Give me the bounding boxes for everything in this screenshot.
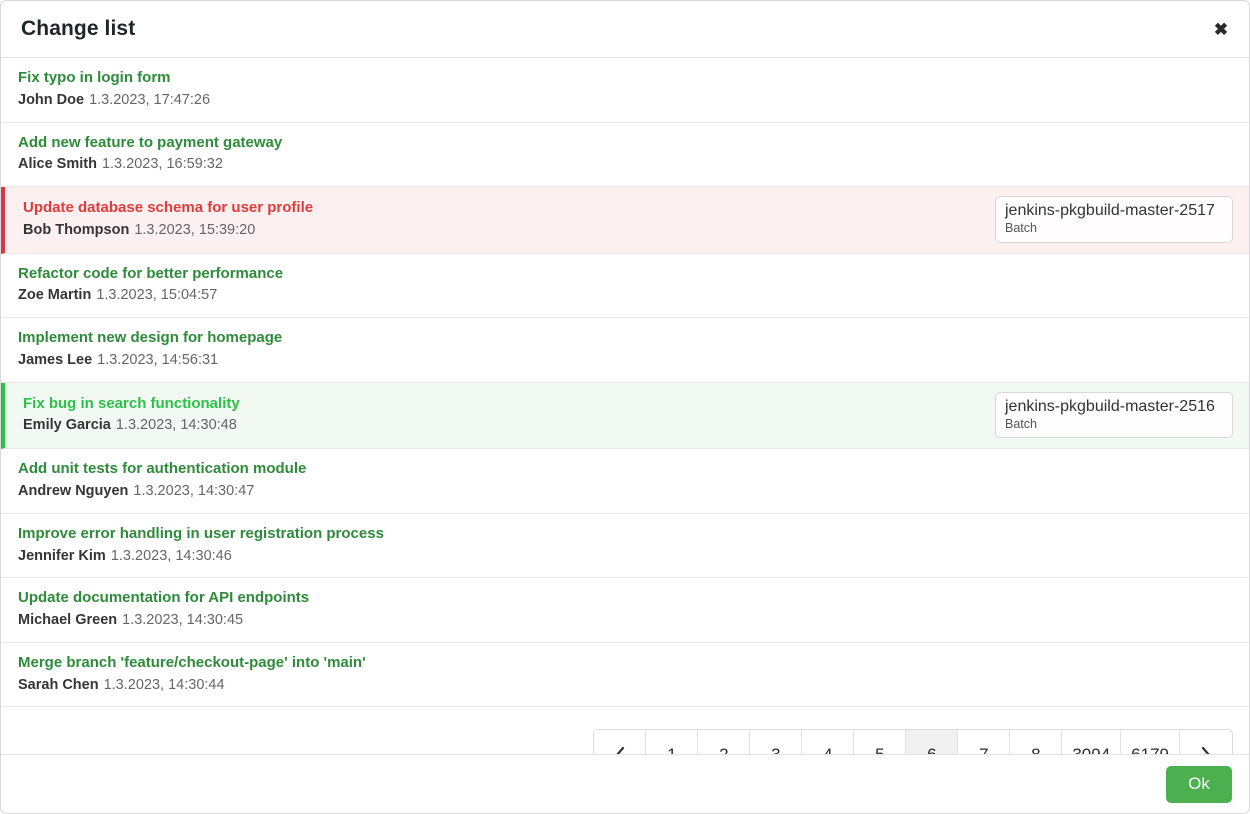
change-timestamp: 1.3.2023, 14:30:46 <box>111 548 232 564</box>
page-7-button[interactable]: 7 <box>958 730 1010 754</box>
change-list-row[interactable]: Implement new design for homepageJames L… <box>1 318 1249 383</box>
change-list: Fix typo in login form John Doe 1.3.2023, … <box>1 58 1249 707</box>
change-title[interactable]: Update database schema for user profile <box>23 197 981 219</box>
build-badge[interactable]: jenkins-pkgbuild-master-2516Batch <box>995 392 1233 439</box>
pagination-container: 1234567830946179 <box>1 707 1249 754</box>
change-title[interactable]: Update documentation for API endpoints <box>18 587 1233 609</box>
change-title[interactable]: Implement new design for homepage <box>18 327 1233 349</box>
change-timestamp: 1.3.2023, 14:56:31 <box>97 352 218 368</box>
change-author: Jennifer Kim <box>18 548 106 564</box>
ok-button[interactable]: Ok <box>1166 766 1232 803</box>
change-list-row[interactable]: Merge branch 'feature/checkout-page' int… <box>1 643 1249 708</box>
change-list-row[interactable]: Improve error handling in user registrat… <box>1 514 1249 579</box>
change-title[interactable]: Improve error handling in user registrat… <box>18 523 1233 545</box>
change-author: Sarah Chen <box>18 677 99 693</box>
page-1-button[interactable]: 1 <box>646 730 698 754</box>
build-badge[interactable]: jenkins-pkgbuild-master-2517Batch <box>995 196 1233 243</box>
dialog-body: Fix typo in login form John Doe 1.3.2023, … <box>1 58 1249 754</box>
change-meta: Andrew Nguyen 1.3.2023, 14:30:47 <box>18 481 1233 503</box>
change-list-row[interactable]: Update documentation for API endpointsMi… <box>1 578 1249 643</box>
change-list-row[interactable]: Fix typo in login form John Doe 1.3.2023, … <box>1 58 1249 123</box>
change-row-main: Merge branch 'feature/checkout-page' int… <box>18 652 1233 697</box>
change-timestamp: 1.3.2023, 14:30:48 <box>116 417 237 433</box>
change-list-row[interactable]: Refactor code for better performanceZoe … <box>1 254 1249 319</box>
change-row-main: Refactor code for better performanceZoe … <box>18 263 1233 308</box>
build-badge-name: jenkins-pkgbuild-master-2517 <box>1005 201 1223 221</box>
change-author: Alice Smith <box>18 156 97 172</box>
page-6179-button[interactable]: 6179 <box>1121 730 1180 754</box>
change-timestamp: 1.3.2023, 14:30:45 <box>122 612 243 628</box>
chevron-right-icon[interactable] <box>1180 730 1232 754</box>
change-title[interactable]: Fix bug in search functionality <box>23 393 981 415</box>
change-author: Michael Green <box>18 612 117 628</box>
change-meta: James Lee 1.3.2023, 14:56:31 <box>18 350 1233 372</box>
change-list-row[interactable]: Add unit tests for authentication module… <box>1 449 1249 514</box>
change-row-main: Add unit tests for authentication module… <box>18 458 1233 503</box>
page-6-button[interactable]: 6 <box>906 730 958 754</box>
page-3094-button[interactable]: 3094 <box>1062 730 1121 754</box>
change-author: Andrew Nguyen <box>18 483 128 499</box>
build-badge-type: Batch <box>1005 417 1223 433</box>
change-meta: Alice Smith 1.3.2023, 16:59:32 <box>18 154 1233 176</box>
change-timestamp: 1.3.2023, 15:39:20 <box>134 222 255 238</box>
change-row-main: Implement new design for homepageJames L… <box>18 327 1233 372</box>
dialog-footer: Ok <box>1 754 1249 813</box>
change-list-row[interactable]: Fix bug in search functionalityEmily Gar… <box>1 383 1249 450</box>
change-meta: Sarah Chen 1.3.2023, 14:30:44 <box>18 675 1233 697</box>
change-author: Emily Garcia <box>23 417 111 433</box>
change-meta: Bob Thompson 1.3.2023, 15:39:20 <box>23 220 981 242</box>
change-author: James Lee <box>18 352 92 368</box>
change-meta: Zoe Martin 1.3.2023, 15:04:57 <box>18 285 1233 307</box>
change-meta: Michael Green 1.3.2023, 14:30:45 <box>18 610 1233 632</box>
change-timestamp: 1.3.2023, 14:30:44 <box>104 677 225 693</box>
page-3-button[interactable]: 3 <box>750 730 802 754</box>
change-row-main: Update documentation for API endpointsMi… <box>18 587 1233 632</box>
change-timestamp: 1.3.2023, 16:59:32 <box>102 156 223 172</box>
build-badge-type: Batch <box>1005 221 1223 237</box>
change-list-dialog: Change list ✖ Fix typo in login formJohn… <box>0 0 1250 814</box>
change-title[interactable]: Add unit tests for authentication module <box>18 458 1233 480</box>
change-timestamp: 1.3.2023, 17:47:26 <box>89 92 210 108</box>
change-row-main: Fix bug in search functionalityEmily Gar… <box>23 393 981 438</box>
page-5-button[interactable]: 5 <box>854 730 906 754</box>
change-list-row[interactable]: Add new feature to payment gatewayAlice … <box>1 123 1249 188</box>
change-title[interactable]: Merge branch 'feature/checkout-page' int… <box>18 652 1233 674</box>
chevron-left-icon[interactable] <box>594 730 646 754</box>
change-row-main: Update database schema for user profileB… <box>23 197 981 242</box>
page-8-button[interactable]: 8 <box>1010 730 1062 754</box>
page-title: Change list <box>21 17 135 41</box>
change-author: Zoe Martin <box>18 287 91 303</box>
page-4-button[interactable]: 4 <box>802 730 854 754</box>
change-title[interactable]: Add new feature to payment gateway <box>18 132 1233 154</box>
close-icon[interactable]: ✖ <box>1207 15 1235 43</box>
pagination: 1234567830946179 <box>593 729 1233 754</box>
change-meta: John Doe 1.3.2023, 17:47:26 <box>18 90 1233 112</box>
change-list-row[interactable]: Update database schema for user profileB… <box>1 187 1249 254</box>
change-timestamp: 1.3.2023, 15:04:57 <box>96 287 217 303</box>
change-author: Bob Thompson <box>23 222 129 238</box>
change-row-main: Improve error handling in user registrat… <box>18 523 1233 568</box>
build-badge-name: jenkins-pkgbuild-master-2516 <box>1005 397 1223 417</box>
change-title[interactable]: Fix typo in login form <box>18 67 1233 89</box>
change-title[interactable]: Refactor code for better performance <box>18 263 1233 285</box>
change-author: John Doe <box>18 92 84 108</box>
change-meta: Jennifer Kim 1.3.2023, 14:30:46 <box>18 546 1233 568</box>
dialog-header: Change list ✖ <box>1 1 1249 58</box>
page-2-button[interactable]: 2 <box>698 730 750 754</box>
change-row-main: Add new feature to payment gatewayAlice … <box>18 132 1233 177</box>
change-timestamp: 1.3.2023, 14:30:47 <box>133 483 254 499</box>
change-row-main: Fix typo in login form John Doe 1.3.2023, … <box>18 67 1233 112</box>
change-meta: Emily Garcia 1.3.2023, 14:30:48 <box>23 415 981 437</box>
